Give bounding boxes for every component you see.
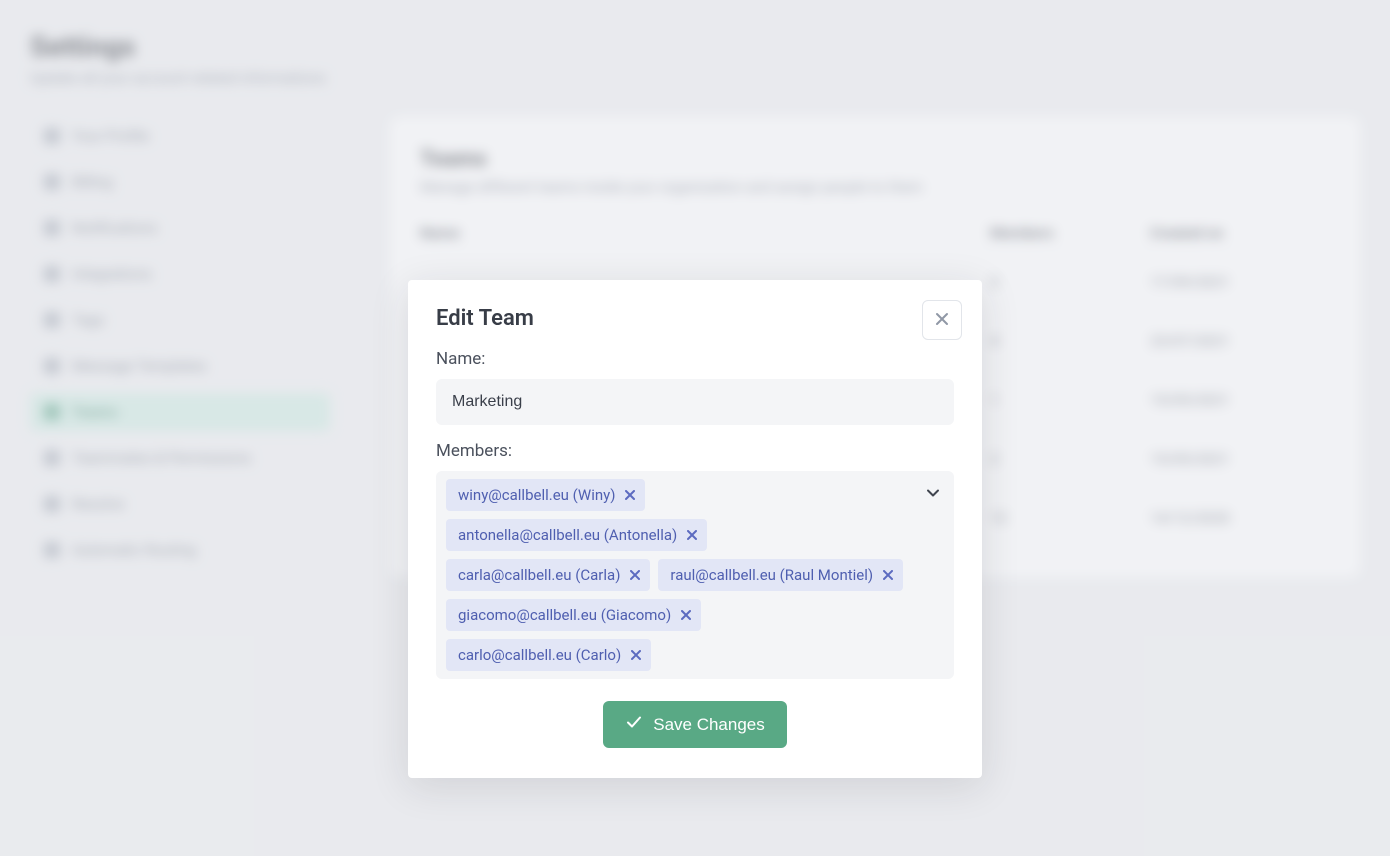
save-changes-button[interactable]: Save Changes	[603, 701, 787, 748]
close-icon	[935, 312, 949, 329]
remove-member-icon[interactable]	[631, 650, 641, 660]
remove-member-icon[interactable]	[883, 570, 893, 580]
member-chip: giacomo@callbell.eu (Giacomo)	[446, 599, 701, 631]
member-chip: carla@callbell.eu (Carla)	[446, 559, 650, 591]
remove-member-icon[interactable]	[681, 610, 691, 620]
member-chip-label: carla@callbell.eu (Carla)	[458, 566, 620, 584]
member-chip-label: giacomo@callbell.eu (Giacomo)	[458, 606, 671, 624]
member-chip-label: winy@callbell.eu (Winy)	[458, 486, 615, 504]
member-chip-label: carlo@callbell.eu (Carlo)	[458, 646, 621, 664]
members-multiselect[interactable]: winy@callbell.eu (Winy) antonella@callbel…	[436, 471, 954, 679]
member-chip-label: antonella@callbell.eu (Antonella)	[458, 526, 677, 544]
name-label: Name:	[436, 349, 954, 369]
chevron-down-icon	[926, 485, 940, 504]
member-chip: winy@callbell.eu (Winy)	[446, 479, 645, 511]
edit-team-modal: Edit Team Name: Members: winy@callbell.e…	[408, 280, 982, 778]
modal-title: Edit Team	[436, 306, 954, 331]
member-chip-label: raul@callbell.eu (Raul Montiel)	[670, 566, 873, 584]
remove-member-icon[interactable]	[630, 570, 640, 580]
team-name-input[interactable]	[436, 379, 954, 425]
remove-member-icon[interactable]	[687, 530, 697, 540]
member-chip: carlo@callbell.eu (Carlo)	[446, 639, 651, 671]
member-chip: raul@callbell.eu (Raul Montiel)	[658, 559, 903, 591]
modal-overlay[interactable]: Edit Team Name: Members: winy@callbell.e…	[0, 0, 1390, 856]
member-chip: antonella@callbell.eu (Antonella)	[446, 519, 707, 551]
close-button[interactable]	[922, 300, 962, 340]
save-button-label: Save Changes	[653, 715, 765, 735]
check-icon	[625, 713, 643, 736]
remove-member-icon[interactable]	[625, 490, 635, 500]
members-label: Members:	[436, 441, 954, 461]
